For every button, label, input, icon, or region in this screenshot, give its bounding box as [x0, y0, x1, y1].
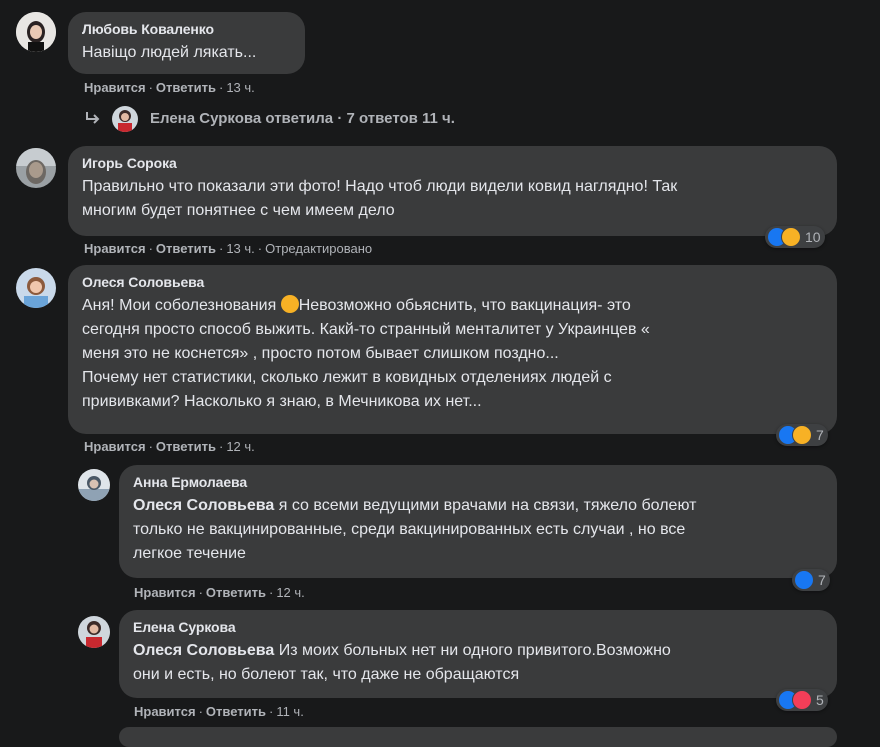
like-link[interactable]: Нравится [84, 241, 146, 256]
separator: · [268, 585, 274, 600]
comment-actions: Нравится · Ответить · 13 ч. [84, 80, 255, 96]
separator: · [218, 241, 224, 256]
comment-author[interactable]: Елена Суркова [133, 618, 825, 636]
comment-text: Аня! Мои соболезнования Невозможно обьяс… [82, 294, 825, 414]
comment-bubble: Елена Суркова Олеся Соловьева Из моих бо… [119, 610, 837, 698]
separator: · [148, 80, 153, 95]
separator: · [148, 241, 153, 256]
reactions-summary[interactable]: 5 [776, 689, 828, 711]
like-link[interactable]: Нравится [84, 439, 146, 454]
reaction-count: 10 [805, 229, 821, 245]
comment-text: Навіщо людей лякать... [82, 44, 257, 61]
comment-author[interactable]: Анна Ермолаева [133, 473, 825, 491]
comment-text: Олеся Соловьева Из моих больных нет ни о… [133, 639, 825, 687]
reply-link[interactable]: Ответить [156, 80, 216, 95]
reply-link[interactable]: Ответить [206, 704, 266, 719]
care-reaction-icon [792, 425, 812, 445]
care-reaction-icon [781, 227, 801, 247]
replies-action: ответила [265, 110, 334, 127]
reaction-count: 5 [816, 692, 824, 708]
timestamp[interactable]: 12 ч. [276, 585, 304, 600]
comment-bubble: Анна Ермолаева Олеся Соловьева я со всем… [119, 465, 837, 578]
reaction-count: 7 [816, 427, 824, 443]
comment-bubble: Любовь Коваленко Навіщо людей лякать... [68, 12, 305, 74]
sad-emoji-icon [280, 295, 299, 313]
separator: · [198, 585, 203, 600]
edited-label[interactable]: Отредактировано [265, 241, 372, 256]
mention-link[interactable]: Олеся Соловьева [133, 497, 274, 514]
comment-author[interactable]: Любовь Коваленко [82, 20, 293, 38]
comment-text: Правильно что показали эти фото! Надо чт… [82, 178, 678, 219]
like-reaction-icon [794, 570, 814, 590]
timestamp[interactable]: 12 ч. [226, 439, 254, 454]
comment-author[interactable]: Игорь Сорока [82, 154, 825, 172]
reply-link[interactable]: Ответить [156, 241, 216, 256]
avatar[interactable] [16, 268, 56, 308]
comment-bubble: Игорь Сорока Правильно что показали эти … [68, 146, 837, 236]
separator: · [218, 80, 224, 95]
avatar[interactable] [16, 148, 56, 188]
separator: · [257, 241, 263, 256]
reply-link[interactable]: Ответить [206, 585, 266, 600]
replies-count: 7 ответов [346, 110, 418, 127]
reactions-summary[interactable]: 7 [792, 569, 830, 591]
replies-author: Елена Суркова [150, 110, 262, 127]
comment-bubble: Олеся Соловьева Аня! Мои соболезнования … [68, 265, 837, 434]
reaction-count: 7 [818, 572, 826, 588]
separator: · [337, 110, 343, 127]
next-comment-bubble [119, 727, 837, 747]
reactions-summary[interactable]: 10 [765, 226, 825, 248]
separator: · [198, 704, 203, 719]
view-replies-link[interactable]: Елена Суркова ответила · 7 ответов 11 ч. [150, 110, 455, 127]
reply-link[interactable]: Ответить [156, 439, 216, 454]
comment-text-start: Аня! Мои соболезнования [82, 297, 281, 314]
avatar[interactable] [16, 12, 56, 52]
mention-link[interactable]: Олеся Соловьева [133, 642, 274, 659]
comment-actions: Нравится · Ответить · 12 ч. [84, 439, 255, 455]
avatar[interactable] [78, 469, 110, 501]
separator: · [148, 439, 153, 454]
timestamp[interactable]: 11 ч. [276, 704, 304, 719]
comment-author[interactable]: Олеся Соловьева [82, 273, 825, 291]
avatar[interactable] [112, 106, 138, 132]
like-link[interactable]: Нравится [134, 585, 196, 600]
comment-text: Олеся Соловьева я со всеми ведущими врач… [133, 494, 825, 566]
love-reaction-icon [792, 690, 812, 710]
comment-actions: Нравится · Ответить · 11 ч. [134, 704, 304, 720]
timestamp[interactable]: 13 ч. [226, 241, 254, 256]
reactions-summary[interactable]: 7 [776, 424, 828, 446]
comment-actions: Нравится · Ответить · 12 ч. [134, 585, 305, 601]
replies-time: 11 ч. [422, 110, 455, 127]
reply-arrow-icon [84, 109, 102, 127]
avatar[interactable] [78, 616, 110, 648]
like-link[interactable]: Нравится [134, 704, 196, 719]
like-link[interactable]: Нравится [84, 80, 146, 95]
separator: · [218, 439, 224, 454]
timestamp[interactable]: 13 ч. [226, 80, 254, 95]
comment-actions: Нравится · Ответить · 13 ч. · Отредактировано [84, 241, 372, 257]
separator: · [268, 704, 274, 719]
